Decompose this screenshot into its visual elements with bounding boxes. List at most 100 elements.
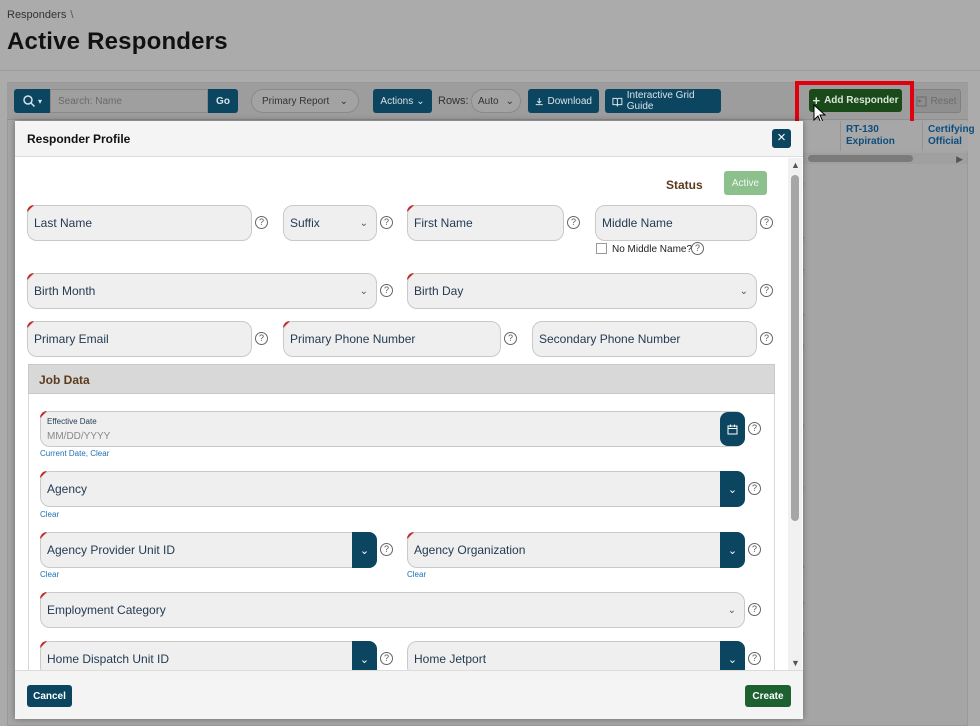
help-icon[interactable]: ?	[748, 603, 761, 616]
birth-day-select[interactable]: Birth Day ⌄	[407, 273, 757, 309]
chevron-down-icon: ⌄	[505, 95, 514, 107]
chevron-down-icon: ⌄	[359, 286, 368, 297]
guide-label: Interactive Grid Guide	[626, 90, 695, 112]
agency-organization-label: Agency Organization	[414, 543, 526, 557]
scrollbar-thumb[interactable]	[808, 155, 913, 162]
help-icon[interactable]: ?	[255, 332, 268, 345]
report-select-value: Primary Report	[262, 95, 330, 107]
first-name-label: First Name	[414, 216, 473, 230]
help-icon[interactable]: ?	[748, 652, 761, 665]
calendar-icon	[727, 424, 738, 434]
help-icon[interactable]: ?	[380, 652, 393, 665]
suffix-label: Suffix	[290, 216, 320, 230]
help-icon[interactable]: ?	[748, 482, 761, 495]
reset-label: Reset	[930, 95, 957, 107]
chevron-down-icon: ⌄	[739, 286, 748, 297]
chevron-down-icon: ⌄	[359, 218, 368, 229]
help-icon[interactable]: ?	[380, 284, 393, 297]
reset-button[interactable]: Reset	[912, 89, 961, 113]
rows-select[interactable]: Auto ⌄	[471, 89, 521, 113]
help-icon[interactable]: ?	[380, 543, 393, 556]
breadcrumb-item-responders[interactable]: Responders	[7, 9, 66, 21]
agency-provider-clear-link[interactable]: Clear	[40, 570, 59, 579]
actions-menu-button[interactable]: Actions ⌄	[373, 89, 432, 113]
secondary-phone-label: Secondary Phone Number	[539, 332, 681, 346]
suffix-select[interactable]: Suffix ⌄	[283, 205, 377, 241]
home-jetport-dropdown-button[interactable]: ⌄	[720, 641, 745, 670]
home-dispatch-dropdown-button[interactable]: ⌄	[352, 641, 377, 670]
agency-clear-link[interactable]: Clear	[40, 510, 59, 519]
download-button[interactable]: Download	[528, 89, 599, 113]
employment-category-select[interactable]: Employment Category ⌄	[40, 592, 745, 628]
breadcrumb: Responders \	[7, 9, 73, 21]
status-active-badge[interactable]: Active	[724, 171, 767, 195]
agency-organization-select[interactable]: Agency Organization	[407, 532, 745, 568]
chevron-down-icon: ⌄	[339, 95, 348, 107]
responder-profile-dialog: Responder Profile × Status Active Last N…	[15, 121, 803, 719]
report-select[interactable]: Primary Report ⌄	[251, 89, 359, 113]
go-button[interactable]: Go	[208, 89, 238, 113]
middle-name-field[interactable]: Middle Name	[595, 205, 757, 241]
agency-organization-dropdown-button[interactable]: ⌄	[720, 532, 745, 568]
help-icon[interactable]: ?	[748, 543, 761, 556]
help-icon[interactable]: ?	[748, 422, 761, 435]
first-name-field[interactable]: First Name	[407, 205, 564, 241]
primary-phone-field[interactable]: Primary Phone Number	[283, 321, 501, 357]
create-button[interactable]: Create	[745, 685, 791, 707]
help-icon[interactable]: ?	[760, 332, 773, 345]
home-jetport-select[interactable]: Home Jetport	[407, 641, 745, 670]
close-icon[interactable]: ×	[772, 129, 791, 148]
no-middle-name-label: No Middle Name?	[612, 244, 693, 255]
actions-label: Actions	[380, 95, 414, 107]
help-icon[interactable]: ?	[504, 332, 517, 345]
agency-dropdown-button[interactable]: ⌄	[720, 471, 745, 507]
no-middle-name-checkbox[interactable]	[596, 243, 607, 254]
effective-date-field[interactable]: Effective Date MM/DD/YYYY	[40, 411, 745, 447]
grid-column-header-certifying-official[interactable]: Certifying Official	[922, 121, 975, 151]
middle-name-label: Middle Name	[602, 216, 673, 230]
birth-month-select[interactable]: Birth Month ⌄	[27, 273, 377, 309]
dialog-footer: Cancel Create	[15, 670, 803, 719]
search-column-button[interactable]: ▾	[14, 89, 50, 113]
dialog-body: Status Active Last Name ? Suffix ⌄ ? Firs…	[15, 158, 803, 670]
scroll-up-arrow-icon[interactable]: ▲	[791, 160, 800, 170]
dialog-header: Responder Profile ×	[15, 121, 803, 157]
home-dispatch-unit-id-select[interactable]: Home Dispatch Unit ID	[40, 641, 377, 670]
grid-column-header-rt130-expiration[interactable]: RT-130 Expiration	[840, 121, 922, 151]
help-icon[interactable]: ?	[255, 216, 268, 229]
rows-label: Rows:	[438, 95, 469, 107]
chevron-down-icon: ⌄	[727, 483, 738, 496]
help-icon[interactable]: ?	[760, 216, 773, 229]
header-divider	[0, 70, 980, 71]
chevron-down-icon: ⌄	[416, 95, 425, 107]
secondary-phone-field[interactable]: Secondary Phone Number	[532, 321, 757, 357]
current-date-clear-links[interactable]: Current Date, Clear	[40, 449, 109, 458]
scrollbar-thumb[interactable]	[791, 175, 799, 521]
home-jetport-label: Home Jetport	[414, 652, 487, 666]
agency-label: Agency	[47, 482, 88, 496]
help-icon[interactable]: ?	[567, 216, 580, 229]
calendar-button[interactable]	[720, 412, 745, 446]
interactive-grid-guide-button[interactable]: Interactive Grid Guide	[605, 89, 721, 113]
page-title: Active Responders	[7, 28, 228, 55]
chevron-down-icon: ⌄	[359, 544, 370, 557]
help-icon[interactable]: ?	[380, 216, 393, 229]
dialog-vertical-scrollbar[interactable]: ▲ ▼	[788, 158, 802, 670]
effective-date-placeholder: MM/DD/YYYY	[47, 431, 111, 442]
job-data-section-header[interactable]: Job Data	[28, 364, 775, 394]
agency-organization-clear-link[interactable]: Clear	[407, 570, 426, 579]
cancel-button[interactable]: Cancel	[27, 685, 72, 707]
agency-provider-dropdown-button[interactable]: ⌄	[352, 532, 377, 568]
effective-date-label: Effective Date	[47, 417, 97, 426]
scroll-right-arrow-icon[interactable]: ▶	[956, 154, 963, 165]
horizontal-scrollbar[interactable]: ▶	[803, 153, 967, 164]
help-icon[interactable]: ?	[691, 242, 704, 255]
last-name-field[interactable]: Last Name	[27, 205, 252, 241]
search-input[interactable]: Search: Name	[50, 89, 208, 113]
agency-provider-unit-id-select[interactable]: Agency Provider Unit ID	[40, 532, 377, 568]
agency-select[interactable]: Agency	[40, 471, 745, 507]
primary-email-field[interactable]: Primary Email	[27, 321, 252, 357]
birth-day-label: Birth Day	[414, 284, 464, 298]
scroll-down-arrow-icon[interactable]: ▼	[791, 658, 800, 668]
help-icon[interactable]: ?	[760, 284, 773, 297]
